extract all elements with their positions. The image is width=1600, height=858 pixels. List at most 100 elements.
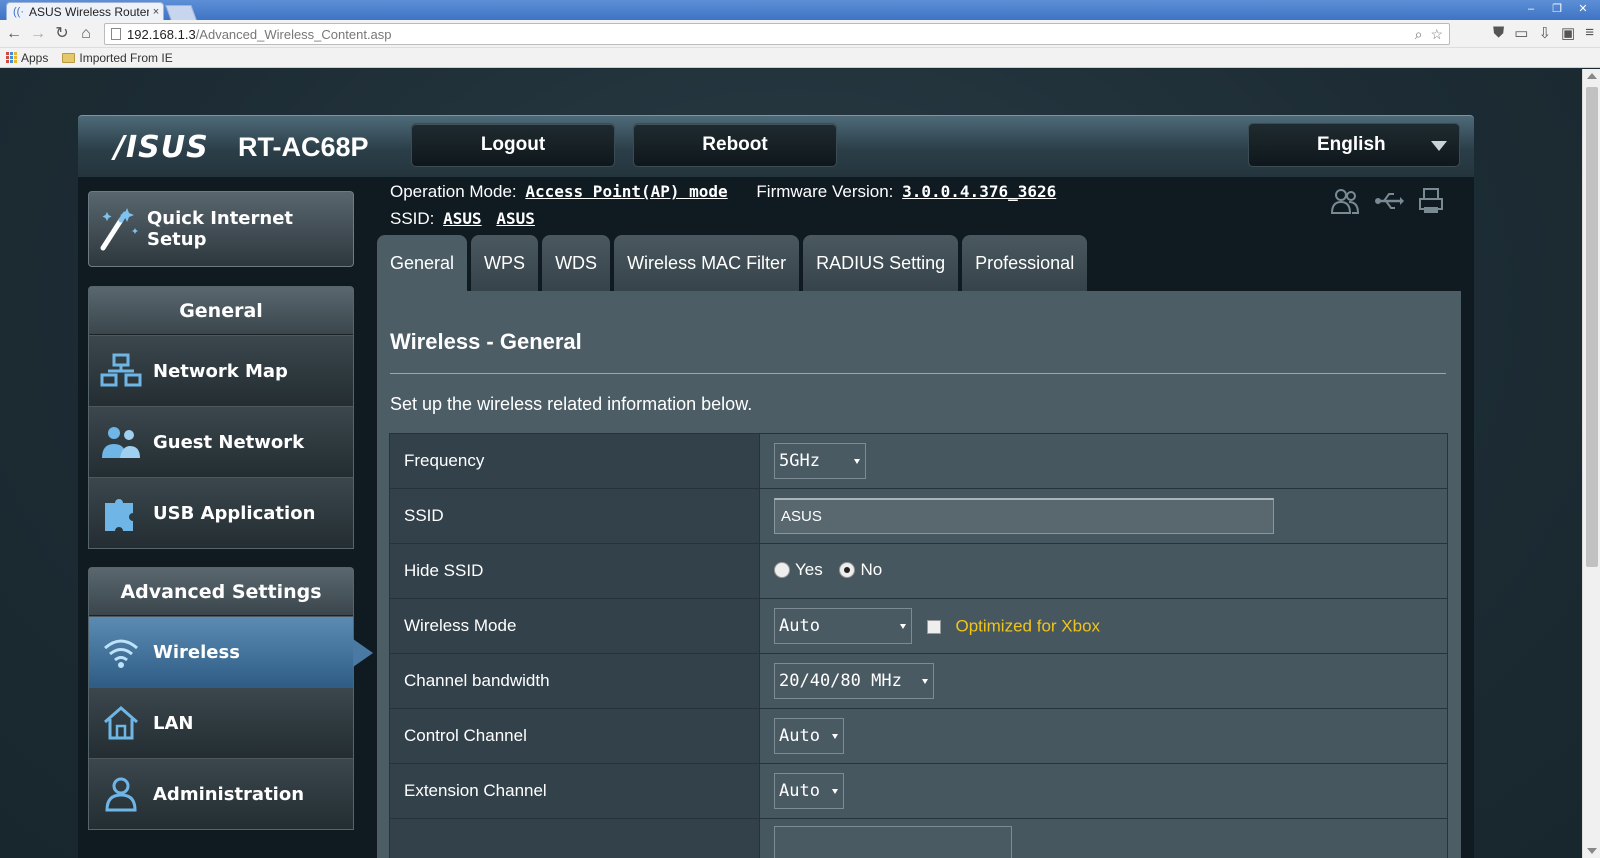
puzzle-icon	[89, 493, 153, 533]
sidebar-item-wireless[interactable]: Wireless	[89, 616, 373, 687]
control-channel-select[interactable]: Auto	[774, 718, 844, 754]
radio-button-icon	[774, 561, 790, 578]
channel-bandwidth-value: 20/40/80 MHz	[779, 671, 902, 691]
sidebar-item-label: Administration	[153, 783, 305, 805]
wireless-tabs: General WPS WDS Wireless MAC Filter RADI…	[377, 235, 1088, 291]
page-description: Set up the wireless related information …	[390, 394, 753, 414]
clients-status-icon[interactable]	[1330, 187, 1360, 215]
sidebar-item-network-map[interactable]: Network Map	[89, 335, 353, 406]
bookmark-apps[interactable]: Apps	[6, 51, 48, 65]
reload-icon[interactable]: ↻	[52, 24, 72, 44]
scroll-down-icon[interactable]	[1587, 848, 1597, 854]
restore-icon[interactable]: ❐	[1546, 1, 1568, 17]
zoom-icon[interactable]: ⌕	[1415, 26, 1423, 43]
home-icon[interactable]: ⌂	[76, 24, 96, 44]
address-bar[interactable]: 192.168.1.3 /Advanced_Wireless_Content.a…	[104, 23, 1450, 45]
close-window-icon[interactable]: ✕	[1572, 1, 1594, 17]
table-row: Frequency 5GHz	[389, 433, 1448, 489]
firmware-link[interactable]: 3.0.0.4.376_3626	[902, 182, 1056, 201]
extension-channel-select[interactable]: Auto	[774, 773, 844, 809]
browser-toolbar: ← → ↻ ⌂ 192.168.1.3 /Advanced_Wireless_C…	[0, 20, 1600, 48]
screen-extension-icon[interactable]: ▣	[1561, 24, 1575, 42]
wireless-mode-label: Wireless Mode	[389, 598, 760, 654]
tab-wireless-mac-filter[interactable]: Wireless MAC Filter	[614, 235, 800, 291]
wireless-mode-select[interactable]: Auto	[774, 608, 912, 644]
ssid-input[interactable]: ASUS	[774, 498, 1274, 534]
ssid-link-1[interactable]: ASUS	[443, 209, 482, 228]
magic-wand-icon	[89, 204, 147, 254]
tab-wds[interactable]: WDS	[542, 235, 611, 291]
channel-bandwidth-cell: 20/40/80 MHz	[759, 653, 1448, 709]
new-tab-button[interactable]	[165, 5, 197, 20]
advanced-settings-heading: Advanced Settings	[89, 568, 353, 616]
bookmark-apps-label: Apps	[21, 50, 49, 65]
download-extension-icon[interactable]: ⇩	[1538, 24, 1551, 42]
operation-mode-link[interactable]: Access Point(AP) mode	[525, 182, 727, 201]
table-row: Channel bandwidth 20/40/80 MHz	[389, 653, 1448, 709]
bookmark-star-icon[interactable]: ☆	[1430, 26, 1443, 43]
router-page: /ISUS RT-AC68P Logout Reboot English Qui…	[0, 69, 1582, 858]
language-label: English	[1317, 134, 1386, 155]
scroll-up-icon[interactable]	[1587, 73, 1597, 79]
page-title: Wireless - General	[390, 329, 582, 354]
apps-grid-icon	[6, 52, 17, 63]
back-arrow-icon[interactable]: ←	[4, 24, 24, 44]
page-scrollbar[interactable]	[1582, 69, 1600, 858]
radio-label: No	[860, 559, 883, 579]
wifi-icon	[89, 634, 153, 670]
network-map-icon	[89, 353, 153, 389]
sidebar-item-guest-network[interactable]: Guest Network	[89, 406, 353, 477]
forward-arrow-icon[interactable]: →	[28, 24, 48, 44]
window-extension-icon[interactable]: ▭	[1514, 24, 1528, 42]
minimize-icon[interactable]: ‒	[1520, 1, 1542, 17]
xbox-checkbox[interactable]	[926, 619, 941, 634]
scrollbar-thumb[interactable]	[1586, 87, 1598, 567]
tab-professional[interactable]: Professional	[962, 235, 1088, 291]
caret-down-icon	[922, 679, 928, 684]
title-divider	[390, 373, 1446, 374]
window-controls: ‒ ❐ ✕	[1520, 1, 1594, 17]
shield-extension-icon[interactable]: ⛊	[1493, 24, 1504, 42]
sidebar-item-label: USB Application	[153, 502, 316, 524]
usb-status-icon[interactable]	[1374, 187, 1404, 215]
hide-ssid-yes-radio[interactable]: Yes	[774, 560, 823, 580]
sidebar-item-usb-application[interactable]: USB Application	[89, 477, 353, 548]
caret-down-icon	[900, 624, 906, 629]
logout-button[interactable]: Logout	[411, 123, 615, 167]
sidebar-item-lan[interactable]: LAN	[89, 687, 353, 758]
quick-internet-setup-label: Quick Internet Setup	[147, 208, 294, 250]
folder-icon	[62, 52, 76, 63]
control-channel-cell: Auto	[759, 708, 1448, 764]
wireless-mode-value: Auto	[779, 616, 820, 636]
partial-select[interactable]	[774, 825, 1012, 858]
settings-table: Frequency 5GHz SSID ASUS Hide SSID Yes N…	[389, 433, 1448, 858]
status-icons	[1330, 187, 1444, 215]
radio-button-checked-icon	[839, 561, 856, 578]
tab-radius-setting[interactable]: RADIUS Setting	[803, 235, 959, 291]
table-row: Control Channel Auto	[389, 708, 1448, 764]
ssid-link-2[interactable]: ASUS	[496, 209, 535, 228]
bookmark-imported[interactable]: Imported From IE	[62, 50, 173, 65]
wireless-mode-cell: Auto Optimized for Xbox	[759, 598, 1448, 654]
bookmark-imported-label: Imported From IE	[79, 50, 173, 65]
browser-tab[interactable]: ((· ASUS Wireless Router ×	[6, 2, 164, 20]
hide-ssid-no-radio[interactable]: No	[839, 560, 882, 580]
menu-icon[interactable]: ≡	[1585, 24, 1594, 42]
channel-bandwidth-select[interactable]: 20/40/80 MHz	[774, 663, 934, 699]
caret-down-icon	[832, 734, 838, 739]
tab-wps[interactable]: WPS	[471, 235, 539, 291]
printer-status-icon[interactable]	[1418, 187, 1444, 215]
close-tab-icon[interactable]: ×	[149, 6, 163, 18]
sidebar-item-administration[interactable]: Administration	[89, 758, 353, 829]
frequency-select[interactable]: 5GHz	[774, 443, 866, 479]
browser-tab-title: ASUS Wireless Router	[29, 4, 149, 19]
quick-internet-setup-button[interactable]: Quick Internet Setup	[88, 191, 354, 267]
reboot-button[interactable]: Reboot	[633, 123, 837, 167]
hide-ssid-cell: Yes No	[759, 543, 1448, 599]
sidebar-item-label: Guest Network	[153, 431, 305, 453]
frequency-label: Frequency	[389, 433, 760, 489]
partial-row-cell	[759, 818, 1448, 858]
language-dropdown[interactable]: English	[1248, 123, 1460, 167]
tab-general[interactable]: General	[377, 235, 468, 291]
ssid-cell: ASUS	[759, 488, 1448, 544]
